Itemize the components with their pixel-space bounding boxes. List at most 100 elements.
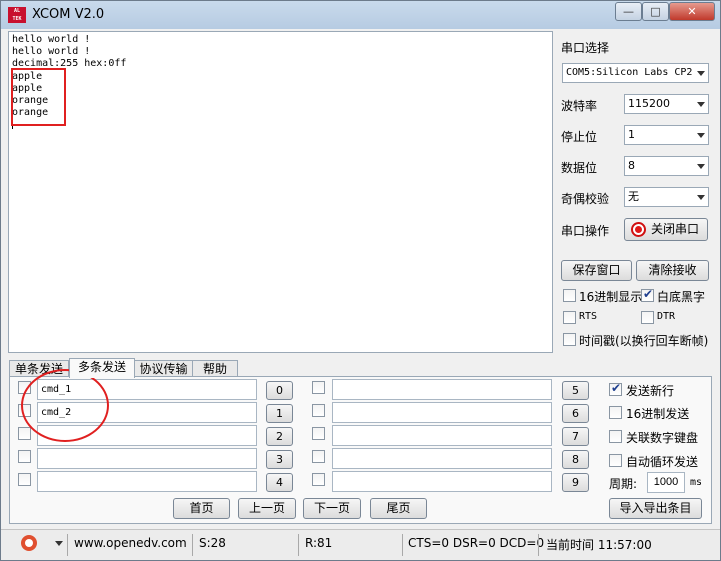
baud-value: 115200: [628, 97, 670, 110]
last-page-button[interactable]: 尾页: [370, 498, 427, 519]
close-button[interactable]: ✕: [669, 2, 715, 21]
period-input[interactable]: 1000: [647, 472, 685, 493]
auto-loop-checkbox[interactable]: [609, 454, 622, 467]
port-select-value: COM5:Silicon Labs CP2: [566, 67, 693, 78]
send-input[interactable]: [37, 448, 257, 469]
timestamp-checkbox[interactable]: [563, 333, 576, 346]
row-checkbox[interactable]: [312, 450, 325, 463]
chevron-down-icon: [697, 133, 705, 138]
close-port-button[interactable]: 关闭串口: [624, 218, 708, 241]
receive-line: hello world !: [12, 46, 91, 58]
send-button-2[interactable]: 2: [266, 427, 293, 446]
send-button-8[interactable]: 8: [562, 450, 589, 469]
title-bar: AL TEK XCOM V2.0 — □ ✕: [1, 1, 720, 29]
receive-line: apple: [12, 82, 43, 94]
minimize-button[interactable]: —: [615, 2, 642, 21]
hex-display-checkbox[interactable]: [563, 289, 576, 302]
chevron-down-icon[interactable]: [55, 541, 63, 546]
send-button-4[interactable]: 4: [266, 473, 293, 492]
hex-send-checkbox[interactable]: [609, 406, 622, 419]
row-checkbox[interactable]: [312, 404, 325, 417]
send-input[interactable]: [332, 425, 552, 446]
white-bg-checkbox[interactable]: [641, 287, 654, 302]
parity-value: 无: [628, 190, 639, 203]
receive-line: decimal:255 hex:0ff: [12, 58, 127, 70]
save-window-button[interactable]: 保存窗口: [561, 260, 632, 281]
receive-line: orange: [12, 107, 49, 119]
row-checkbox[interactable]: [312, 473, 325, 486]
send-button-3[interactable]: 3: [266, 450, 293, 469]
settings-icon[interactable]: [21, 535, 37, 551]
status-divider: [298, 534, 299, 556]
app-logo-icon: AL TEK: [8, 7, 26, 23]
row-checkbox[interactable]: [18, 427, 31, 440]
chevron-down-icon: [697, 71, 705, 76]
status-divider: [67, 534, 68, 556]
send-input[interactable]: [332, 471, 552, 492]
tab-help[interactable]: 帮助: [192, 360, 238, 377]
prev-page-button[interactable]: 上一页: [238, 498, 296, 519]
send-input[interactable]: [37, 471, 257, 492]
status-time: 当前时间 11:57:00: [546, 538, 652, 552]
baud-select[interactable]: 115200: [624, 94, 709, 114]
link-keypad-checkbox[interactable]: [609, 430, 622, 443]
send-input[interactable]: [332, 448, 552, 469]
row-checkbox[interactable]: [18, 473, 31, 486]
maximize-button[interactable]: □: [642, 2, 669, 21]
parity-select[interactable]: 无: [624, 187, 709, 207]
send-button-9[interactable]: 9: [562, 473, 589, 492]
receive-line: apple: [12, 70, 43, 82]
send-button-0[interactable]: 0: [266, 381, 293, 400]
white-bg-label: 白底黑字: [657, 290, 706, 304]
status-divider: [192, 534, 193, 556]
stopbits-select[interactable]: 1: [624, 125, 709, 145]
port-select-label: 串口选择: [561, 41, 610, 55]
dtr-label: DTR: [657, 311, 676, 322]
clear-receive-button[interactable]: 清除接收: [636, 260, 709, 281]
rts-label: RTS: [579, 311, 598, 322]
send-input[interactable]: [332, 379, 552, 400]
timestamp-label: 时间戳(以换行回车断帧): [579, 334, 709, 348]
row-checkbox[interactable]: [18, 450, 31, 463]
stopbits-value: 1: [628, 128, 635, 141]
dtr-checkbox[interactable]: [641, 311, 654, 324]
databits-label: 数据位: [561, 161, 598, 175]
hex-display-label: 16进制显示: [579, 290, 643, 304]
send-button-7[interactable]: 7: [562, 427, 589, 446]
status-divider: [402, 534, 403, 556]
send-input[interactable]: [332, 402, 552, 423]
import-export-button[interactable]: 导入导出条目: [609, 498, 702, 519]
annotation-highlight-box: [11, 68, 66, 126]
chevron-down-icon: [697, 102, 705, 107]
port-op-label: 串口操作: [561, 224, 610, 238]
parity-label: 奇偶校验: [561, 192, 610, 206]
send-newline-checkbox[interactable]: [609, 381, 622, 396]
row-checkbox[interactable]: [312, 427, 325, 440]
status-received-count: R:81: [305, 536, 333, 550]
status-divider: [538, 534, 539, 556]
hex-send-label: 16进制发送: [626, 407, 690, 421]
stopbits-label: 停止位: [561, 130, 598, 144]
send-button-5[interactable]: 5: [562, 381, 589, 400]
rts-checkbox[interactable]: [563, 311, 576, 324]
period-unit: ms: [690, 477, 703, 488]
databits-select[interactable]: 8: [624, 156, 709, 176]
receive-line: orange: [12, 95, 49, 107]
auto-loop-label: 自动循环发送: [626, 455, 699, 469]
status-url[interactable]: www.openedv.com: [74, 536, 187, 550]
send-newline-label: 发送新行: [626, 384, 675, 398]
status-signals: CTS=0 DSR=0 DCD=0: [408, 536, 545, 550]
port-select[interactable]: COM5:Silicon Labs CP2: [562, 63, 709, 83]
send-button-6[interactable]: 6: [562, 404, 589, 423]
chevron-down-icon: [697, 164, 705, 169]
close-port-label: 关闭串口: [650, 222, 699, 236]
tab-protocol[interactable]: 协议传输: [134, 360, 193, 377]
send-button-1[interactable]: 1: [266, 404, 293, 423]
databits-value: 8: [628, 159, 635, 172]
row-checkbox[interactable]: [312, 381, 325, 394]
receive-textarea[interactable]: hello world ! hello world ! decimal:255 …: [8, 31, 553, 353]
tab-multi-send[interactable]: 多条发送: [69, 358, 135, 378]
next-page-button[interactable]: 下一页: [303, 498, 361, 519]
first-page-button[interactable]: 首页: [173, 498, 230, 519]
period-label: 周期:: [609, 477, 638, 491]
